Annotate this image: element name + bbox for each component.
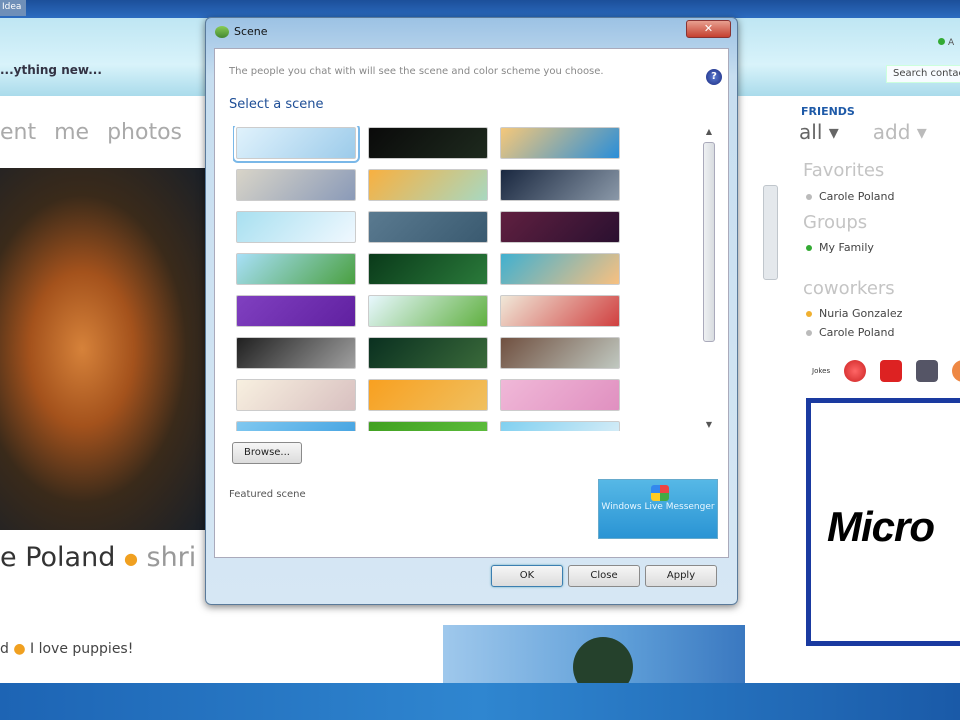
game-icon[interactable] [880,360,903,382]
taskbar-tab[interactable]: Idea [0,0,26,16]
profile-subtitle: shri [146,542,197,573]
scene-thumbnail[interactable] [368,295,488,327]
dialog-description: The people you chat with will see the sc… [229,66,604,77]
friends-heading: FRIENDS [801,105,855,118]
scene-scrollbar[interactable]: ▲ ▼ [702,127,716,432]
nav-recent[interactable]: ent [0,120,36,145]
friends-tabs: all ▾ add ▾ [799,120,927,144]
apply-button[interactable]: Apply [645,565,717,587]
browse-button[interactable]: Browse... [232,442,302,464]
tab-add[interactable]: add ▾ [873,120,927,144]
contact-name: Carole Poland [819,326,895,339]
emoticon-bar: Jokes [812,360,960,382]
status-message[interactable]: ...ything new... [0,63,102,77]
scene-thumbnail[interactable] [500,127,620,159]
scene-thumbnail[interactable] [368,127,488,159]
messenger-icon [215,26,229,38]
nav-me[interactable]: me [54,120,89,145]
nav-photos[interactable]: photos [107,120,182,145]
status-dot [806,330,812,336]
scene-thumbnail[interactable] [500,211,620,243]
contact-item[interactable]: Nuria Gonzalez [806,307,902,320]
shrimp-photo [0,168,205,530]
advertisement[interactable]: Micro [806,398,960,646]
top-bar: Idea [0,0,960,18]
status-dot [806,245,812,251]
scene-thumbnail[interactable] [500,421,620,431]
scene-thumbnail[interactable] [236,253,356,285]
heart-icon[interactable] [844,360,867,382]
contact-item[interactable]: My Family [806,241,874,254]
profile-name: e Poland [0,542,116,573]
tab-all[interactable]: all ▾ [799,120,839,144]
scene-thumbnail[interactable] [368,253,488,285]
mood-line: d ● I love puppies! [0,641,133,657]
contact-item[interactable]: Carole Poland [806,326,894,339]
tree-image [573,637,633,683]
scene-grid [233,126,621,431]
jokes-icon[interactable]: Jokes [812,367,830,375]
dialog-title: Scene [234,25,268,38]
group-groups[interactable]: Groups [803,212,867,233]
scene-thumbnail[interactable] [236,295,356,327]
video-icon[interactable] [916,360,939,382]
contacts-scrollbar[interactable] [763,185,778,280]
sky-image [443,625,745,683]
scene-thumbnail[interactable] [368,379,488,411]
scroll-up-icon[interactable]: ▲ [702,127,716,139]
dialog-body: The people you chat with will see the sc… [214,48,729,558]
scene-thumbnail[interactable] [368,169,488,201]
scene-thumbnail[interactable] [368,421,488,431]
profile-nav: ent me photos [0,120,182,145]
group-coworkers[interactable]: coworkers [803,278,895,299]
scene-thumbnail[interactable] [236,169,356,201]
windows-flag-icon [651,485,669,501]
status-dot [806,311,812,317]
scene-thumbnail[interactable] [500,337,620,369]
dialog-footer: OK Close Apply [214,558,729,602]
scene-thumbnail[interactable] [236,337,356,369]
mood-text: I love puppies! [30,641,134,657]
featured-scene-label: Featured scene [229,489,306,500]
separator-dot: ● [123,549,138,568]
activity-icon[interactable] [952,360,960,382]
scene-thumbnail[interactable] [500,169,620,201]
scroll-down-icon[interactable]: ▼ [702,420,716,432]
desktop-background [0,683,960,720]
close-button[interactable]: Close [568,565,640,587]
contact-item[interactable]: Carole Poland [806,190,894,203]
contact-name: My Family [819,241,874,254]
profile-name-line: e Poland ● shri [0,542,196,573]
group-favorites[interactable]: Favorites [803,160,884,181]
ok-button[interactable]: OK [491,565,563,587]
scene-thumbnail[interactable] [368,211,488,243]
separator-dot: ● [13,641,26,657]
scene-thumbnail[interactable] [236,421,356,431]
scene-thumbnail[interactable] [233,126,360,163]
contact-name: Carole Poland [819,190,895,203]
help-icon[interactable]: ? [706,69,722,85]
scroll-thumb[interactable] [703,142,715,342]
scene-thumbnail[interactable] [236,379,356,411]
online-status[interactable]: A [938,38,954,48]
scene-dialog: Scene ✕ The people you chat with will se… [205,17,738,605]
scene-thumbnail[interactable] [236,211,356,243]
scene-thumbnail[interactable] [500,295,620,327]
scene-thumbnail[interactable] [368,337,488,369]
contact-name: Nuria Gonzalez [819,307,903,320]
close-icon[interactable]: ✕ [686,20,731,38]
featured-scene-thumbnail[interactable]: Windows Live Messenger [598,479,718,539]
status-dot [806,194,812,200]
microsoft-logo: Micro [827,503,935,550]
select-scene-heading: Select a scene [229,97,324,112]
mood-name: d [0,641,9,657]
search-contacts-input[interactable]: Search contacts [886,65,960,83]
featured-scene-text: Windows Live Messenger [601,502,715,512]
scene-thumbnail[interactable] [500,379,620,411]
scene-thumbnail[interactable] [500,253,620,285]
